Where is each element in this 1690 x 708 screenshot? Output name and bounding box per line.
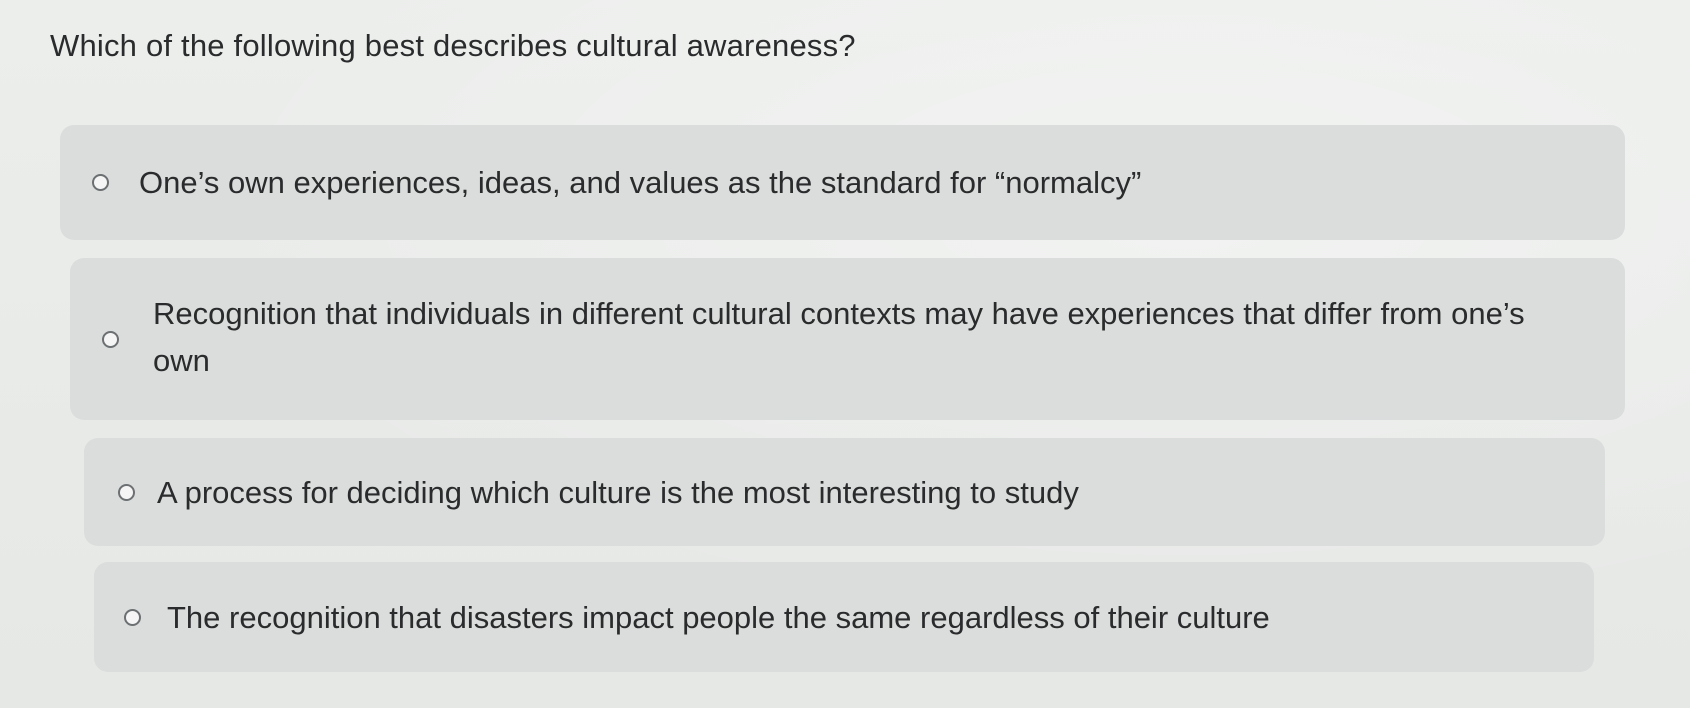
answer-option-4[interactable]: The recognition that disasters impact pe… [94,562,1594,672]
radio-button[interactable] [118,484,135,501]
answer-option-label: A process for deciding which culture is … [157,475,1079,510]
quiz-screen: Which of the following best describes cu… [0,0,1690,708]
question-text: Which of the following best describes cu… [50,28,856,63]
answer-option-label: One’s own experiences, ideas, and values… [139,165,1142,200]
answer-option-label: The recognition that disasters impact pe… [167,600,1270,635]
answer-option-3[interactable]: A process for deciding which culture is … [84,438,1605,546]
answer-option-2[interactable]: Recognition that individuals in differen… [70,258,1625,420]
answer-option-label: Recognition that individuals in differen… [153,296,1525,378]
radio-button[interactable] [102,331,119,348]
radio-button[interactable] [92,174,109,191]
answer-option-1[interactable]: One’s own experiences, ideas, and values… [60,125,1625,240]
radio-button[interactable] [124,609,141,626]
